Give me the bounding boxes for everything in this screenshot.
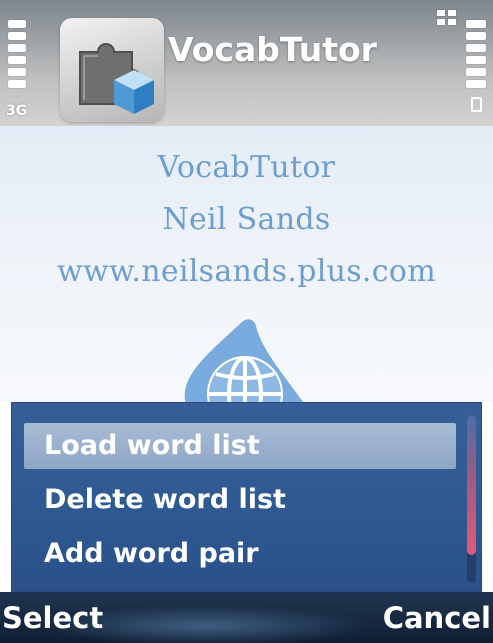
battery-icon xyxy=(466,20,486,92)
menu-scrollbar-thumb[interactable] xyxy=(467,415,476,555)
status-bar: 3G VocabTutor xyxy=(0,0,493,126)
signal-strength-icon xyxy=(8,20,26,92)
menu-item-delete-word-list[interactable]: Delete word list xyxy=(24,477,456,523)
app-grid-icon[interactable] xyxy=(437,10,461,30)
menu-item-add-word-pair[interactable]: Add word pair xyxy=(24,531,456,577)
splash-area: VocabTutor Neil Sands www.neilsands.plus… xyxy=(0,126,493,402)
splash-author: Neil Sands xyxy=(162,202,331,237)
splash-app-name: VocabTutor xyxy=(157,150,336,185)
softkey-bar: Select Cancel xyxy=(0,592,493,643)
menu-scrollbar[interactable] xyxy=(467,415,476,583)
app-title: VocabTutor xyxy=(168,30,377,69)
splash-website: www.neilsands.plus.com xyxy=(57,254,436,289)
select-softkey[interactable]: Select xyxy=(2,601,103,635)
globe-logo-icon xyxy=(150,312,340,402)
battery-base-icon xyxy=(471,97,482,112)
options-menu: Load word list Delete word list Add word… xyxy=(11,402,482,592)
network-type-label: 3G xyxy=(6,103,28,119)
puzzle-piece-icon xyxy=(60,18,164,122)
cancel-softkey[interactable]: Cancel xyxy=(383,601,491,635)
menu-item-load-word-list[interactable]: Load word list xyxy=(24,423,456,469)
